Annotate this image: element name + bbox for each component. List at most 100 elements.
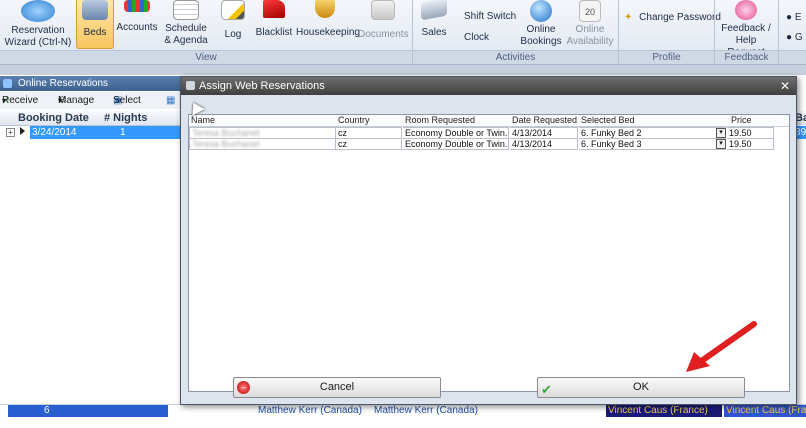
reservation-wizard-label: Reservation Wizard (Ctrl-N) xyxy=(4,25,72,48)
calendar-20-icon: 20 xyxy=(579,0,601,22)
chevron-down-icon: ▾ xyxy=(58,96,63,105)
abacus-icon xyxy=(124,0,150,12)
selected-bed-value: 6. Funky Bed 3 xyxy=(581,139,642,149)
info-icon: ● xyxy=(786,12,793,23)
housekeeping-button[interactable]: Housekeeping xyxy=(296,0,360,48)
documents-icon xyxy=(371,0,395,20)
online-reservations-header: Booking Date # Nights xyxy=(0,111,180,126)
dialog-title: Assign Web Reservations xyxy=(199,80,325,92)
change-password-button[interactable]: ✦ Change Password xyxy=(624,12,721,23)
ribbon-right-item-2[interactable]: ● G xyxy=(786,32,803,43)
expand-row-icon[interactable]: + xyxy=(6,128,15,137)
clock-label: Clock xyxy=(464,32,490,43)
housekeeping-label: Housekeeping xyxy=(296,27,360,38)
ribbon-right-item-1[interactable]: ● E xyxy=(786,12,802,23)
bottom-grid-strip: 6 Matthew Kerr (Canada) Matthew Kerr (Ca… xyxy=(0,404,806,417)
row-date-requested: 4/13/2014 xyxy=(510,138,578,150)
bottom-cell-guest-4[interactable]: Vincent Caus (France) xyxy=(724,405,806,417)
bottom-cell-number[interactable]: 6 xyxy=(8,405,168,417)
blacklist-button[interactable]: Blacklist xyxy=(254,0,294,48)
key-icon: ✦ xyxy=(624,12,633,23)
checkmark-icon: ✔ xyxy=(541,382,552,397)
online-availability-label: Online Availability xyxy=(566,24,614,47)
chevron-down-icon[interactable]: ▾ xyxy=(716,128,726,138)
online-availability-button[interactable]: 20 Online Availability xyxy=(566,0,614,48)
log-button[interactable]: Log xyxy=(216,0,250,48)
row-name: Teresa Buchanet xyxy=(189,138,336,150)
grid-header: Name Country Room Requested Date Request… xyxy=(189,115,789,127)
column-date-requested[interactable]: Date Requested xyxy=(512,115,577,126)
cancel-button[interactable]: – Cancel xyxy=(233,377,441,398)
grid-view-icon: ▦ xyxy=(166,95,176,106)
ok-button[interactable]: ✔ OK xyxy=(537,377,745,398)
column-selected-bed[interactable]: Selected Bed xyxy=(581,115,635,126)
change-password-label: Change Password xyxy=(639,12,721,23)
group-label-view: View xyxy=(0,50,412,64)
row-booking-date: 3/24/2014 xyxy=(32,127,77,138)
pencil-log-icon xyxy=(221,0,245,20)
group-label-feedback: Feedback xyxy=(715,50,778,64)
row-price: 19.50 xyxy=(727,138,774,150)
feedback-help-button[interactable]: Feedback / Help Request xyxy=(716,0,776,58)
current-row-arrow-icon xyxy=(20,127,25,135)
row-room-requested: Economy Double or Twin... xyxy=(403,138,509,150)
column-price[interactable]: Price xyxy=(731,115,752,126)
close-icon[interactable]: ✕ xyxy=(780,77,790,95)
bottom-cell-guest-2[interactable]: Matthew Kerr (Canada) xyxy=(374,405,478,417)
bottom-cell-guest-3[interactable]: Vincent Caus (France) xyxy=(606,405,722,417)
column-booking-date[interactable]: Booking Date xyxy=(18,111,89,125)
shift-switch-label: Shift Switch xyxy=(464,11,517,22)
blacklist-label: Blacklist xyxy=(255,27,293,38)
online-reservations-toolbar: ➚ Receive ▾ ⚙ Manage ▾ ▣ Select All ▦ xyxy=(0,92,180,123)
table-row[interactable]: Teresa Buchanet cz Economy Double or Twi… xyxy=(189,127,774,139)
online-reservations-pane-title: Online Reservations xyxy=(0,76,180,91)
online-bookings-button[interactable]: Online Bookings xyxy=(518,0,564,48)
row-name-value: Teresa Buchanet xyxy=(192,139,260,149)
ribbon: Reservation Wizard (Ctrl-N) Beds Account… xyxy=(0,0,806,65)
selected-bed-value: 6. Funky Bed 2 xyxy=(581,128,642,138)
info-icon: ● xyxy=(786,32,793,43)
red-arrow-annotation-icon xyxy=(686,321,757,372)
schedule-agenda-button[interactable]: Schedule & Agenda xyxy=(160,0,212,48)
accounts-button[interactable]: Accounts xyxy=(116,0,158,48)
receive-label: Receive xyxy=(2,95,39,106)
sales-label: Sales xyxy=(421,27,447,38)
globe-icon xyxy=(530,0,552,22)
beds-button[interactable]: Beds xyxy=(76,0,114,49)
table-row[interactable]: 3/24/2014 1 xyxy=(30,126,180,139)
group-label-activities: Activities xyxy=(413,50,618,64)
table-row[interactable]: Teresa Buchanet cz Economy Double or Twi… xyxy=(189,138,774,150)
beds-icon xyxy=(82,0,108,20)
row-name-value: Teresa Buchanet xyxy=(192,128,260,138)
cash-register-icon xyxy=(421,0,447,21)
group-label-profile: Profile xyxy=(619,50,714,64)
ribbon-right-item-2-label: G xyxy=(794,32,803,43)
dialog-title-bar[interactable]: Assign Web Reservations ✕ xyxy=(181,77,796,95)
cancel-icon: – xyxy=(237,381,250,394)
column-room-requested[interactable]: Room Requested xyxy=(405,115,475,126)
ok-label: OK xyxy=(633,381,649,393)
sales-button[interactable]: Sales xyxy=(416,0,452,48)
column-nights[interactable]: # Nights xyxy=(104,111,147,125)
log-label: Log xyxy=(224,29,242,40)
dialog-app-icon xyxy=(186,81,195,90)
manage-label: Manage xyxy=(58,95,95,106)
reservation-wizard-button[interactable]: Reservation Wizard (Ctrl-N) xyxy=(4,0,72,48)
chat-bubble-icon xyxy=(735,0,757,20)
column-country[interactable]: Country xyxy=(338,115,370,126)
cancel-label: Cancel xyxy=(319,381,355,393)
clock-button[interactable]: Clock xyxy=(464,32,489,43)
ribbon-bottom-band xyxy=(0,65,806,75)
red-flag-icon xyxy=(263,0,285,18)
accounts-label: Accounts xyxy=(116,22,158,33)
column-name[interactable]: Name xyxy=(191,115,215,126)
row-nights: 1 xyxy=(120,127,126,138)
chevron-down-icon[interactable]: ▾ xyxy=(716,139,726,149)
selected-bed-dropdown[interactable]: 6. Funky Bed 3 xyxy=(579,138,726,150)
bottom-cell-guest-1[interactable]: Matthew Kerr (Canada) xyxy=(258,405,362,417)
calendar-icon xyxy=(173,0,199,20)
row-country: cz xyxy=(336,138,402,150)
cloud-wizard-icon xyxy=(21,0,55,22)
documents-button[interactable]: Documents xyxy=(358,0,409,48)
shift-switch-button[interactable]: Shift Switch xyxy=(464,11,516,22)
